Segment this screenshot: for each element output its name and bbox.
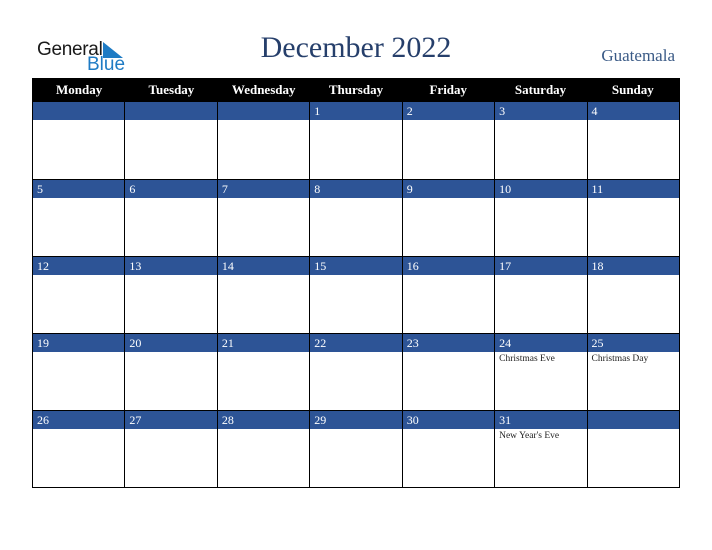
day-number: 28 [217,411,310,429]
day-number [587,411,679,429]
day-cell[interactable]: 16 [401,257,495,333]
weekday-label: Saturday [514,82,567,97]
day-number: 23 [402,334,495,352]
day-cell[interactable]: 14 [216,257,310,333]
day-number: 29 [310,411,402,429]
day-cell[interactable]: 3 [494,102,587,179]
day-cell[interactable]: 26 [33,411,125,487]
day-cell[interactable]: 18 [586,257,679,333]
day-number: 4 [587,102,679,120]
day-number: 1 [310,102,402,120]
day-cell[interactable]: 29 [309,411,402,487]
day-cell[interactable]: 11 [586,180,679,256]
day-number: 12 [33,257,125,275]
day-cell[interactable]: 5 [33,180,125,256]
day-number: 2 [402,102,495,120]
day-cell[interactable]: 13 [124,257,217,333]
day-number: 10 [495,180,587,198]
day-number: 17 [495,257,587,275]
day-number [125,102,217,120]
day-number: 5 [33,180,125,198]
day-cell[interactable]: 12 [33,257,125,333]
week-row: 12 13 14 15 16 17 18 [33,256,679,333]
day-number: 3 [495,102,587,120]
day-number: 30 [402,411,495,429]
day-cell[interactable] [586,411,679,487]
day-number: 14 [217,257,310,275]
day-number: 9 [402,180,495,198]
week-row: 5 6 7 8 9 10 11 [33,179,679,256]
weekday-label: Friday [429,82,468,97]
day-cell[interactable]: 25 Christmas Day [586,334,679,410]
day-number: 8 [310,180,402,198]
day-number [33,102,125,120]
week-row: 26 27 28 29 30 31 New Year's Eve [33,410,679,487]
day-cell[interactable]: 19 [33,334,125,410]
weekday-label: Monday [56,82,103,97]
day-cell[interactable]: 9 [401,180,495,256]
day-cell[interactable]: 31 New Year's Eve [494,411,587,487]
day-number: 13 [125,257,217,275]
day-cell[interactable]: 30 [401,411,495,487]
day-cell[interactable] [124,102,217,179]
weekday-label: Thursday [328,82,384,97]
day-number: 20 [125,334,217,352]
day-cell[interactable]: 4 [586,102,679,179]
day-number: 19 [33,334,125,352]
weekday-header: Monday Tuesday Wednesday Thursday Friday… [33,78,679,102]
country-label: Guatemala [601,46,675,65]
day-cell[interactable]: 10 [494,180,587,256]
calendar-grid: Monday Tuesday Wednesday Thursday Friday… [32,78,680,488]
day-number: 22 [310,334,402,352]
day-number: 6 [125,180,217,198]
holiday-label: New Year's Eve [499,431,560,441]
day-number: 21 [217,334,310,352]
holiday-label: Christmas Eve [499,354,555,364]
week-row: 19 20 21 22 23 24 Christmas Eve 25 Christmas Day [33,333,679,410]
day-number: 24 [495,334,587,352]
weekday-label: Tuesday [148,82,195,97]
day-cell[interactable]: 6 [124,180,217,256]
day-cell[interactable]: 21 [216,334,310,410]
day-cell[interactable]: 17 [494,257,587,333]
day-number: 26 [33,411,125,429]
day-cell[interactable]: 8 [309,180,402,256]
day-number: 15 [310,257,402,275]
weekday-label: Sunday [611,82,654,97]
day-cell[interactable]: 1 [309,102,402,179]
day-number: 25 [587,334,679,352]
day-cell[interactable]: 23 [401,334,495,410]
day-cell[interactable]: 22 [309,334,402,410]
day-cell[interactable]: 28 [216,411,310,487]
week-row: 1234 [33,102,679,179]
day-cell[interactable]: 27 [124,411,217,487]
day-number: 27 [125,411,217,429]
day-number: 7 [217,180,310,198]
day-cell[interactable]: 7 [216,180,310,256]
day-number: 31 [495,411,587,429]
day-number: 18 [587,257,679,275]
day-cell[interactable] [216,102,310,179]
holiday-label: Christmas Day [591,354,649,364]
day-cell[interactable]: 20 [124,334,217,410]
weekday-label: Wednesday [231,82,296,97]
day-cell[interactable] [33,102,125,179]
day-cell[interactable]: 15 [309,257,402,333]
day-number [217,102,310,120]
day-number: 11 [587,180,679,198]
day-number: 16 [402,257,495,275]
day-cell[interactable]: 2 [401,102,495,179]
day-cell[interactable]: 24 Christmas Eve [494,334,587,410]
